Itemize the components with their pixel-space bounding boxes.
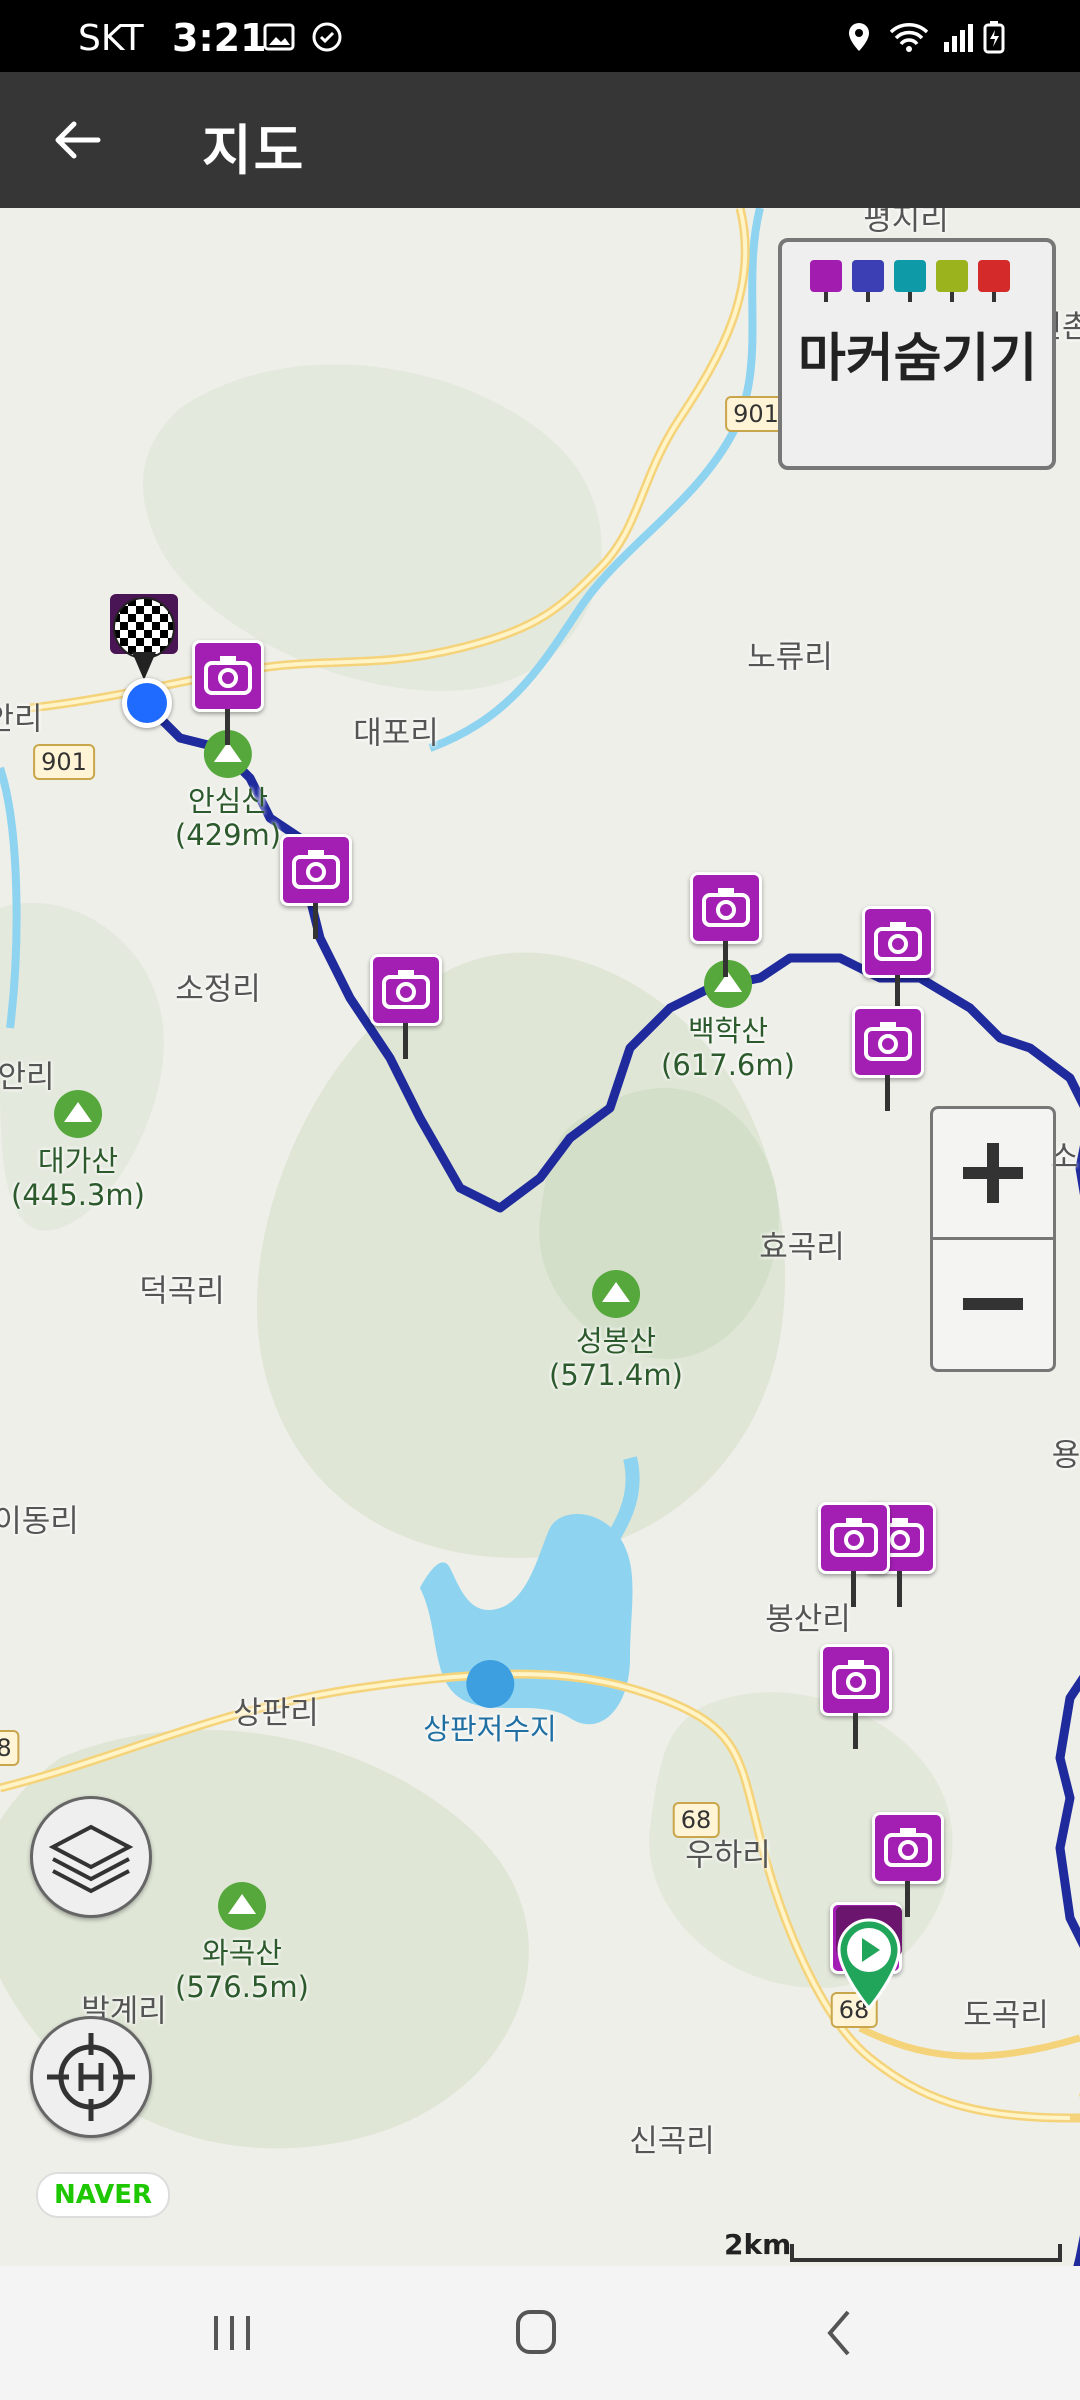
page-title: 지도 (202, 119, 306, 182)
current-location-dot (122, 678, 172, 728)
camera-icon (832, 1660, 880, 1699)
system-nav-bar (0, 2266, 1080, 2400)
photo-marker[interactable] (862, 906, 934, 1011)
back-icon[interactable] (800, 2298, 880, 2368)
place-label: 신곡리 (629, 2123, 715, 2160)
peak-elevation: (576.5m) (175, 1970, 309, 2004)
naver-logo: NAVER (36, 2172, 170, 2218)
photo-marker[interactable] (280, 834, 352, 939)
photo-marker[interactable] (820, 1644, 892, 1749)
place-label: 용 (1051, 1437, 1080, 1474)
peak-name: 와곡산 (201, 1936, 283, 1970)
peak-name: 성봉산 (575, 1324, 657, 1358)
back-arrow-icon[interactable] (50, 112, 106, 168)
app-bar: 지도 (0, 72, 1080, 208)
zoom-in-button[interactable] (933, 1109, 1053, 1237)
mountain-icon (704, 960, 752, 1008)
place-label: 이동리 (0, 1503, 79, 1540)
route-number-badge: 8 (0, 1730, 20, 1766)
zoom-out-button[interactable] (933, 1240, 1053, 1368)
marker-hide-label: 마커숨기기 (798, 329, 1038, 389)
place-label: 대포리 (353, 715, 439, 752)
minus-icon (963, 1298, 1023, 1310)
mountain-icon (218, 1882, 266, 1930)
mountain-peak[interactable]: 안심산 (429m) (175, 730, 281, 852)
mountain-icon (592, 1270, 640, 1318)
peak-elevation: (571.4m) (549, 1358, 683, 1392)
alert-marker-type-icon (978, 260, 1010, 302)
camera-icon (702, 888, 750, 927)
video-marker-type-icon (852, 260, 884, 302)
place-label: 노류리 (747, 639, 833, 676)
reservoir-name: 상판저수지 (423, 1712, 557, 1746)
battery-icon (983, 21, 1005, 54)
camera-icon (382, 970, 430, 1009)
layers-button[interactable] (30, 1796, 152, 1918)
status-bar: SKT 3:21 (0, 0, 1080, 72)
zoom-controls (930, 1106, 1056, 1372)
mountain-peak[interactable]: 와곡산 (576.5m) (175, 1882, 309, 2004)
camera-icon (830, 1518, 878, 1557)
peak-elevation: (617.6m) (661, 1048, 795, 1082)
finish-flag-icon[interactable] (104, 590, 184, 690)
mountain-peak[interactable]: 백학산 (617.6m) (661, 960, 795, 1082)
home-location-button[interactable] (30, 2016, 152, 2138)
photo-marker[interactable] (370, 954, 442, 1059)
place-label: 봉산리 (765, 1601, 851, 1638)
peak-elevation: (429m) (174, 818, 282, 852)
clock: 3:21 (172, 16, 267, 60)
place-label: 효곡리 (759, 1229, 845, 1266)
signal-icon (944, 24, 973, 52)
map-view[interactable]: 평지리 신촌 노류리 대포리 안리 소정리 안리 덕곡리 효곡리 이동리 봉산리… (0, 208, 1080, 2266)
peak-name: 안심산 (187, 784, 269, 818)
map-base (0, 208, 1080, 2266)
place-label: 소정리 (175, 971, 261, 1008)
reservoir[interactable]: 상판저수지 (423, 1660, 557, 1746)
home-icon[interactable] (496, 2298, 576, 2368)
camera-icon (204, 656, 252, 695)
crosshair-home-icon (47, 2033, 135, 2121)
mountain-icon (54, 1090, 102, 1138)
photo-marker[interactable] (852, 1006, 924, 1111)
mountain-peak[interactable]: 성봉산 (571.4m) (549, 1270, 683, 1392)
wifi-icon (889, 23, 929, 52)
memo-marker-type-icon (936, 260, 968, 302)
mountain-peak[interactable]: 대가산 (445.3m) (11, 1090, 145, 1212)
plus-icon (963, 1143, 1023, 1203)
camera-icon (864, 1022, 912, 1061)
place-label: 덕곡리 (139, 1273, 225, 1310)
scale-label: 2km (724, 2228, 792, 2261)
scale-bar (790, 2244, 1062, 2262)
audio-marker-type-icon (894, 260, 926, 302)
marker-type-icons (810, 260, 1010, 302)
route-number-badge: 901 (33, 744, 95, 780)
photo-marker-type-icon (810, 260, 842, 302)
camera-icon (884, 1828, 932, 1867)
shield-notification-icon (312, 22, 342, 52)
marker-hide-panel[interactable]: 마커숨기기 (778, 238, 1056, 470)
photo-marker[interactable] (872, 1812, 944, 1917)
place-label: 평지리 (863, 208, 949, 238)
place-label: 안리 (0, 701, 43, 738)
photo-marker[interactable] (192, 640, 264, 745)
carrier-label: SKT (78, 18, 144, 59)
location-icon (849, 23, 869, 51)
place-label: 도곡리 (963, 1997, 1049, 2034)
recent-apps-icon[interactable] (192, 2298, 272, 2368)
gallery-notification-icon (263, 23, 295, 51)
water-icon (466, 1660, 514, 1708)
camera-icon (292, 850, 340, 889)
photo-marker[interactable] (690, 872, 762, 977)
photo-marker[interactable] (818, 1502, 890, 1607)
peak-name: 대가산 (37, 1144, 119, 1178)
peak-elevation: (445.3m) (11, 1178, 145, 1212)
place-label: 상판리 (233, 1695, 319, 1732)
camera-icon (874, 922, 922, 961)
route-number-badge: 68 (672, 1802, 720, 1838)
peak-name: 백학산 (687, 1014, 769, 1048)
start-play-marker-icon[interactable] (832, 1902, 906, 2012)
layers-icon (48, 1824, 134, 1894)
